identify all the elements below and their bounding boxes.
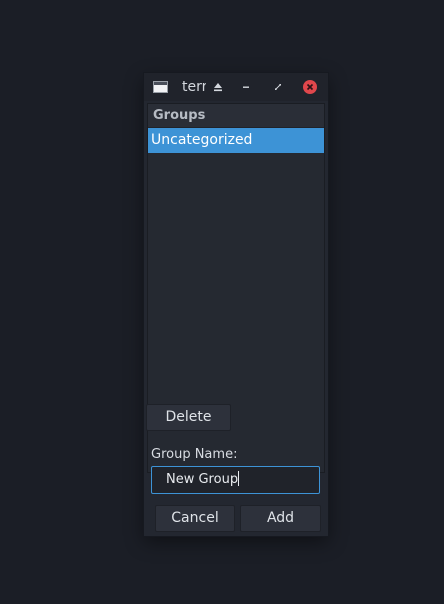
- groups-header-label: Groups: [153, 108, 206, 123]
- restore-button[interactable]: [270, 79, 286, 95]
- minimize-button[interactable]: [238, 79, 254, 95]
- groups-column-header[interactable]: Groups: [148, 104, 324, 128]
- restore-icon: [275, 84, 281, 90]
- group-name-input[interactable]: New Group: [151, 466, 320, 494]
- keep-above-button[interactable]: [210, 79, 226, 95]
- window-title: terr: [182, 79, 206, 95]
- group-name-value: New Group: [166, 472, 239, 487]
- group-manager-window: terr Groups Uncategorized Delete Group N…: [144, 73, 328, 536]
- terminal-window-icon[interactable]: [153, 81, 168, 93]
- text-cursor: [238, 471, 240, 486]
- close-button[interactable]: [302, 79, 318, 95]
- list-item[interactable]: Uncategorized: [148, 128, 324, 153]
- group-name-label: Group Name:: [151, 447, 238, 462]
- delete-button[interactable]: Delete: [146, 404, 231, 431]
- add-button[interactable]: Add: [240, 505, 321, 532]
- keep-above-icon: [214, 83, 222, 92]
- close-icon: [303, 80, 317, 94]
- title-bar[interactable]: terr: [144, 73, 328, 101]
- cancel-button[interactable]: Cancel: [155, 505, 235, 532]
- minimize-icon: [243, 86, 249, 88]
